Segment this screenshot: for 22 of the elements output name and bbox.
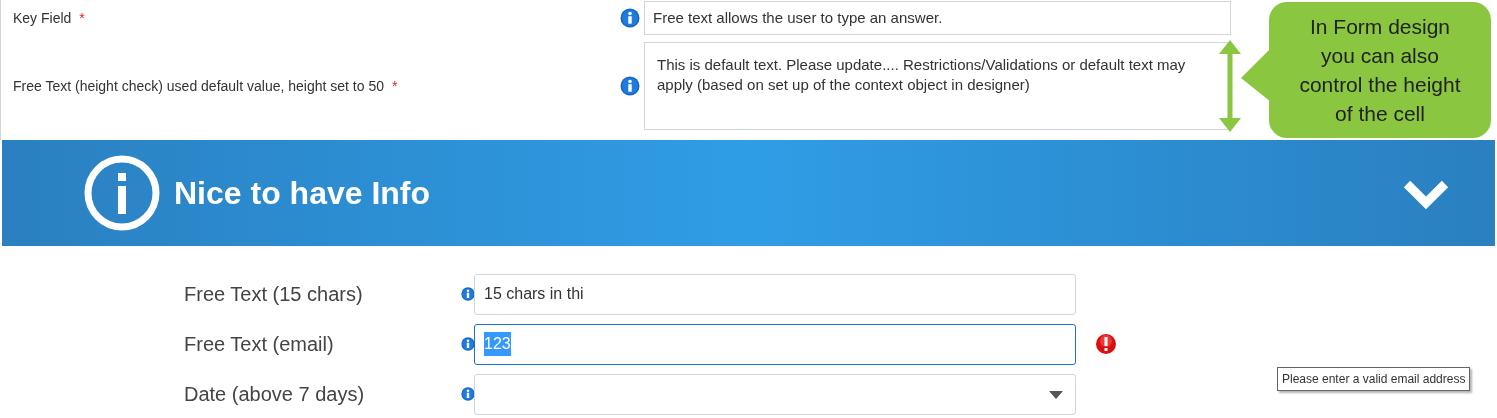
section-title: Nice to have Info (174, 174, 432, 213)
info-icon[interactable] (620, 8, 640, 28)
field-label: Free Text (email) (184, 333, 334, 355)
dropdown-caret-icon[interactable] (1049, 390, 1063, 399)
info-icon (84, 155, 160, 231)
callout-bubble: In Form design you can also control the height of the cell (1269, 2, 1491, 138)
field-label: Key Field (13, 8, 72, 28)
field-label: Free Text (15 chars) (184, 283, 363, 305)
info-icon[interactable] (461, 385, 475, 403)
required-mark: * (391, 76, 398, 96)
section-header[interactable]: Nice to have Info (2, 140, 1495, 246)
info-icon[interactable] (461, 335, 475, 353)
input-field[interactable]: 15 chars in thi (474, 273, 1076, 315)
field-label: Free Text (height check) used default value, height set to 50 (13, 76, 384, 96)
input-field[interactable]: Free text allows the user to type an answer. (644, 1, 1231, 35)
double-arrow-icon (1219, 40, 1241, 132)
required-mark: * (79, 8, 85, 28)
text-area[interactable]: This is default text. Please update.... Restrictions/Validations or default text may apply (based on set up of the context object in designer) (644, 42, 1231, 130)
info-icon[interactable] (620, 76, 640, 96)
info-icon[interactable] (461, 285, 475, 303)
field-label: Date (above 7 days) (184, 383, 365, 405)
tooltip: Please enter a valid email address (1277, 367, 1471, 391)
